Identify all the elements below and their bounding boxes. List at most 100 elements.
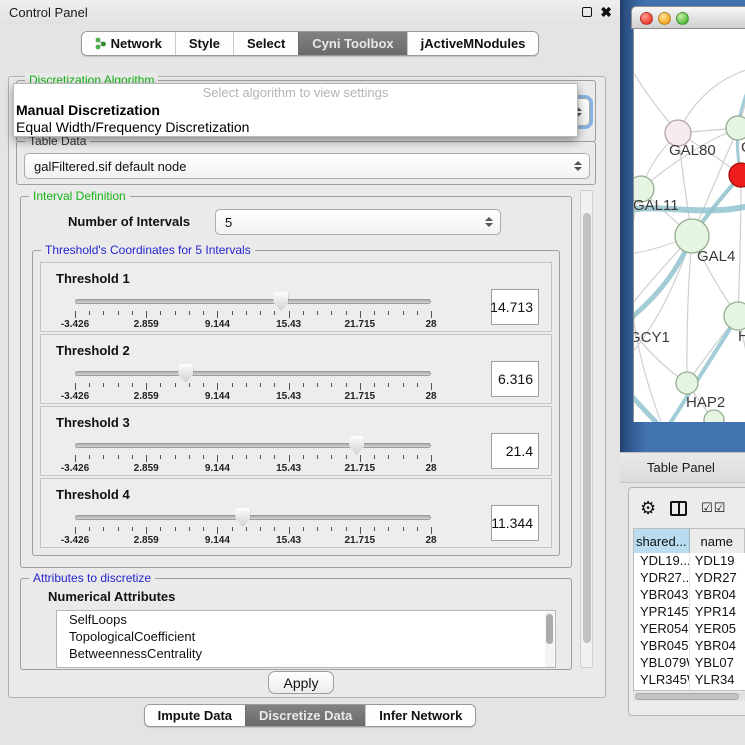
columns-icon[interactable] xyxy=(670,501,687,516)
attributes-scrollbar[interactable] xyxy=(545,612,554,668)
highlighted-edge[interactable] xyxy=(634,387,656,422)
window-zoom-icon[interactable] xyxy=(676,12,689,25)
column-header-shared[interactable]: shared... xyxy=(634,529,690,553)
table-row[interactable]: YLR345WYLR34 xyxy=(634,672,745,689)
tab-label: Impute Data xyxy=(158,708,232,723)
slider-tick-labels: -3.4262.8599.14415.4321.71528 xyxy=(75,535,431,547)
tab-impute-data[interactable]: Impute Data xyxy=(145,705,245,726)
threshold-value-field-4[interactable]: 11.344 xyxy=(491,505,539,541)
bottom-tabstrip: Impute Data Discretize Data Infer Network xyxy=(0,704,620,727)
tab-discretize-data[interactable]: Discretize Data xyxy=(245,705,365,726)
algorithm-dropdown-popup: Select algorithm to view settings Manual… xyxy=(13,83,578,137)
threshold-label: Threshold 1 xyxy=(56,271,130,286)
combo-stepper-icon xyxy=(574,161,582,171)
table-row[interactable]: YPR145WYPR14 xyxy=(634,604,745,621)
slider-tick-labels: -3.4262.8599.14415.4321.71528 xyxy=(75,319,431,331)
close-icon[interactable]: ✖ xyxy=(600,5,612,19)
node-label-gal80: GAL80 xyxy=(669,142,716,159)
threshold-label: Threshold 3 xyxy=(56,415,130,430)
node-label-gal11: GAL11 xyxy=(634,197,679,214)
window-close-icon[interactable] xyxy=(640,12,653,25)
table-cell: YPR14 xyxy=(690,604,745,621)
table-cell: YIL052C xyxy=(634,689,690,691)
table-row[interactable]: YER054CYER05 xyxy=(634,621,745,638)
tab-style[interactable]: Style xyxy=(175,32,233,55)
tab-infer-network[interactable]: Infer Network xyxy=(365,705,475,726)
window-minimize-icon[interactable] xyxy=(658,12,671,25)
settings-vertical-scrollbar[interactable] xyxy=(580,190,593,668)
attribute-item-betweennesscentrality[interactable]: BetweennessCentrality xyxy=(57,645,555,662)
tab-cyni-toolbox[interactable]: Cyni Toolbox xyxy=(298,32,406,55)
combo-stepper-icon xyxy=(485,217,493,227)
tab-jactivemnodules[interactable]: jActiveMNodules xyxy=(407,32,539,55)
table-panel-toolbar: ⚙ ☑☑ xyxy=(640,495,745,521)
checkbox-icons[interactable]: ☑☑ xyxy=(701,500,726,516)
threshold-value-field-1[interactable]: 14.713 xyxy=(491,289,539,325)
number-of-intervals-label: Number of Intervals xyxy=(68,214,190,229)
float-window-icon[interactable] xyxy=(582,7,592,17)
table-data-value: galFiltered.sif default node xyxy=(34,159,186,174)
number-of-intervals-combobox[interactable]: 5 xyxy=(215,209,501,235)
threshold-label: Threshold 4 xyxy=(56,487,130,502)
threshold-panel-1: Threshold 1 -3.4262.8599.14415.4321.71528… xyxy=(40,262,552,332)
numerical-attributes-label: Numerical Attributes xyxy=(48,589,175,604)
slider-ticks xyxy=(75,309,431,318)
threshold-value-field-3[interactable]: 21.4 xyxy=(491,433,539,469)
numerical-attributes-list[interactable]: SelfLoopsTopologicalCoefficientBetweenne… xyxy=(56,610,556,668)
table-row[interactable]: YBL079WYBL07 xyxy=(634,655,745,672)
network-node-hap2[interactable] xyxy=(676,372,698,394)
attribute-item-topologicalcoefficient[interactable]: TopologicalCoefficient xyxy=(57,628,555,645)
apply-button[interactable]: Apply xyxy=(268,671,334,694)
column-header-name[interactable]: name xyxy=(690,529,745,553)
table-panel-title: Table Panel xyxy=(620,460,715,475)
table-row[interactable]: YBR045CYBR04 xyxy=(634,638,745,655)
tab-network[interactable]: Network xyxy=(82,32,175,55)
table-data-combobox[interactable]: galFiltered.sif default node xyxy=(24,153,590,179)
table-cell: YDL19 xyxy=(690,553,745,570)
threshold-slider-3[interactable]: -3.4262.8599.14415.4321.71528 xyxy=(75,441,431,471)
table-row[interactable]: YDR27...YDR27 xyxy=(634,570,745,587)
table-cell: YDL19... xyxy=(634,553,690,570)
gear-icon[interactable]: ⚙ xyxy=(640,499,656,517)
node-label-g: G xyxy=(741,139,745,156)
table-row[interactable]: YDL19...YDL19 xyxy=(634,553,745,570)
table-cell: YBR045C xyxy=(634,638,690,655)
node-table[interactable]: shared...name YDL19...YDL19YDR27...YDR27… xyxy=(633,528,745,691)
attribute-item-selfloops[interactable]: SelfLoops xyxy=(57,611,555,628)
node-label-gcy1: GCY1 xyxy=(634,329,670,346)
algorithm-option-equal-width-frequency-discretization[interactable]: Equal Width/Frequency Discretization xyxy=(14,119,577,136)
threshold-panel-4: Threshold 4 -3.4262.8599.14415.4321.71528… xyxy=(40,478,552,548)
table-horizontal-scrollbar[interactable] xyxy=(633,692,745,701)
threshold-panel-2: Threshold 2-3.4262.8599.14415.4321.71528… xyxy=(40,334,552,404)
slider-tick-labels: -3.4262.8599.14415.4321.71528 xyxy=(75,463,431,475)
network-node-g[interactable] xyxy=(726,116,745,140)
thresholds-group-title: Threshold's Coordinates for 5 Intervals xyxy=(41,243,255,257)
slider-ticks xyxy=(75,381,431,390)
node-label-gal4: GAL4 xyxy=(697,248,735,265)
table-cell: YLR34 xyxy=(690,672,745,689)
network-view-canvas[interactable]: GAL80GCGAL11GAL4GCY1HHAP2 xyxy=(633,29,745,422)
threshold-slider-4[interactable]: -3.4262.8599.14415.4321.71528 xyxy=(75,513,431,543)
network-node-h[interactable] xyxy=(724,302,745,330)
table-row[interactable]: YBR043CYBR04 xyxy=(634,587,745,604)
network-graph: GAL80GCGAL11GAL4GCY1HHAP2 xyxy=(634,29,745,422)
tab-select[interactable]: Select xyxy=(233,32,298,55)
table-cell: YBR04 xyxy=(690,587,745,604)
table-cell: YBR043C xyxy=(634,587,690,604)
slider-ticks xyxy=(75,525,431,534)
panel-title: Control Panel xyxy=(0,5,88,20)
table-row[interactable]: YIL052CYIL05 xyxy=(634,689,745,691)
attributes-group-title: Attributes to discretize xyxy=(29,571,155,585)
table-cell: YER054C xyxy=(634,621,690,638)
network-icon xyxy=(95,37,106,50)
slider-ticks xyxy=(75,453,431,462)
number-of-intervals-value: 5 xyxy=(225,215,232,230)
network-window-titlebar[interactable] xyxy=(631,6,745,29)
control-panel-titlebar: Control Panel ✖ xyxy=(0,0,620,24)
threshold-value-field-2[interactable]: 6.316 xyxy=(491,361,539,397)
algorithm-option-manual-discretization[interactable]: Manual Discretization xyxy=(14,102,577,119)
threshold-slider-1[interactable]: -3.4262.8599.14415.4321.71528 xyxy=(75,297,431,327)
threshold-slider-2[interactable]: -3.4262.8599.14415.4321.71528 xyxy=(75,369,431,399)
tab-label: Discretize Data xyxy=(259,708,352,723)
table-cell: YDR27... xyxy=(634,570,690,587)
